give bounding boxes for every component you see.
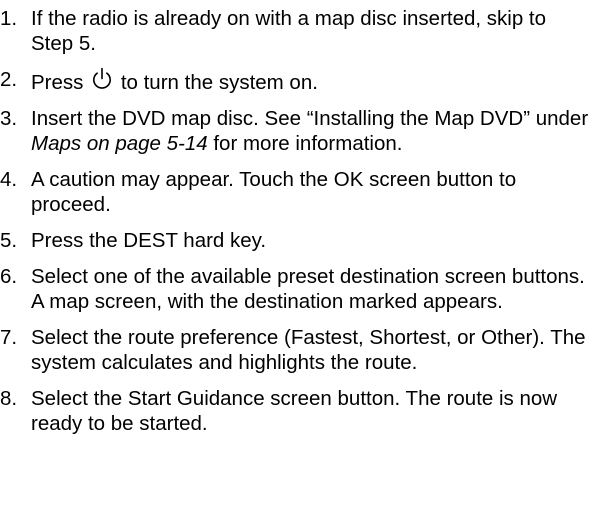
step-5: 5. Press the DEST hard key.	[0, 228, 598, 253]
step-text: Select one of the available preset desti…	[31, 265, 585, 313]
step-number: 4.	[0, 168, 18, 191]
step-8: 8. Select the Start Guidance screen butt…	[0, 386, 598, 436]
step-4: 4. A caution may appear. Touch the OK sc…	[0, 167, 598, 217]
page: 1. If the radio is already on with a map…	[0, 0, 598, 530]
step-text-after: to turn the system on.	[120, 71, 318, 94]
power-icon	[91, 67, 113, 91]
step-text: Press the DEST hard key.	[31, 229, 267, 252]
step-6: 6. Select one of the available preset de…	[0, 264, 598, 314]
step-3: 3. Insert the DVD map disc. See “Install…	[0, 106, 598, 156]
step-number: 3.	[0, 107, 18, 130]
steps-list: 1. If the radio is already on with a map…	[0, 6, 598, 436]
step-text: A caution may appear. Touch the OK scree…	[31, 168, 517, 216]
step-number: 1.	[0, 7, 18, 30]
step-number: 7.	[0, 326, 18, 349]
step-7: 7. Select the route preference (Fastest,…	[0, 325, 598, 375]
step-text: Select the Start Guidance screen button.…	[31, 387, 558, 435]
step-2: 2. Press to turn the system on.	[0, 67, 598, 95]
step-text-after: for more information.	[207, 132, 403, 155]
step-number: 5.	[0, 229, 18, 252]
step-text-before: Insert the DVD map disc. See “Installing…	[31, 107, 589, 130]
step-text: Press to turn the system on.	[31, 67, 591, 95]
step-text: Insert the DVD map disc. See “Installing…	[31, 106, 591, 156]
page-reference-link[interactable]: Maps on page 5-14	[31, 132, 208, 155]
step-text-before: Press	[31, 71, 84, 94]
step-number: 6.	[0, 265, 18, 288]
step-number: 2.	[0, 68, 18, 91]
step-text: If the radio is already on with a map di…	[31, 7, 547, 55]
step-1: 1. If the radio is already on with a map…	[0, 6, 598, 56]
step-number: 8.	[0, 387, 18, 410]
step-text: Select the route preference (Fastest, Sh…	[31, 326, 586, 374]
